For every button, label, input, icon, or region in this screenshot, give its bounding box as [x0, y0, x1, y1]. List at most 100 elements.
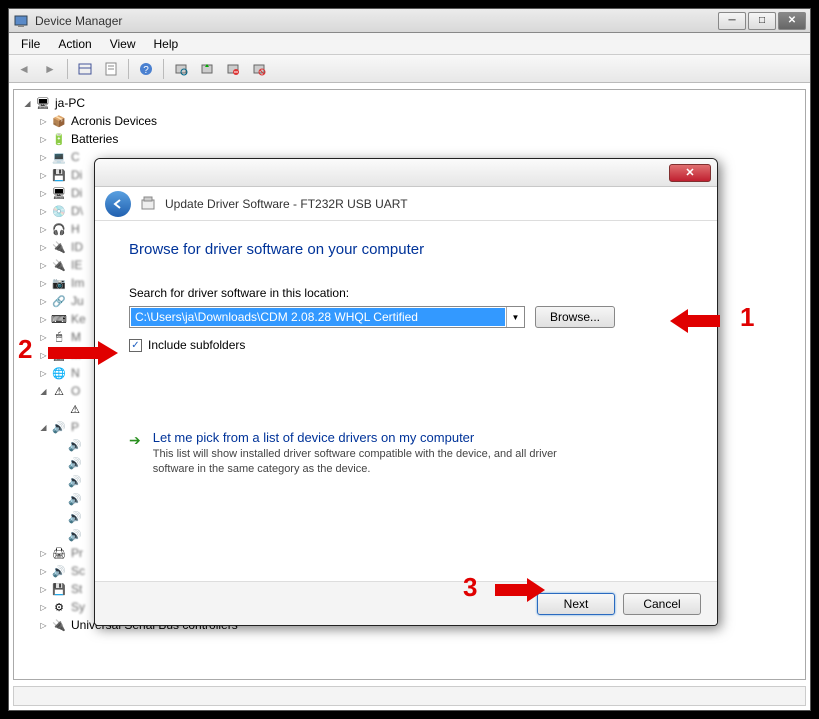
device-category-icon: 🌐	[51, 365, 67, 381]
close-button[interactable]: ✕	[778, 12, 806, 30]
properties-icon[interactable]	[100, 58, 122, 80]
show-hidden-icon[interactable]	[74, 58, 96, 80]
scan-icon[interactable]	[170, 58, 192, 80]
menu-action[interactable]: Action	[50, 35, 99, 53]
dialog-back-button[interactable]	[105, 191, 131, 217]
device-category-icon: 🔌	[51, 239, 67, 255]
tree-item-label: P	[71, 420, 79, 434]
dialog-heading: Browse for driver software on your compu…	[129, 241, 683, 258]
cancel-button[interactable]: Cancel	[623, 593, 701, 615]
tree-toggle[interactable]	[54, 494, 65, 505]
uninstall-icon[interactable]	[222, 58, 244, 80]
path-field[interactable]: C:\Users\ja\Downloads\CDM 2.08.28 WHQL C…	[131, 308, 505, 326]
tree-item-label: Di	[71, 168, 82, 182]
tree-toggle[interactable]	[54, 404, 65, 415]
tree-toggle[interactable]: ◢	[38, 422, 49, 433]
tree-toggle[interactable]: ▷	[38, 566, 49, 577]
tree-toggle[interactable]: ▷	[38, 584, 49, 595]
tree-item-label: O	[71, 384, 80, 398]
disable-icon[interactable]	[248, 58, 270, 80]
device-category-icon: 🖥	[51, 185, 67, 201]
forward-icon[interactable]: ►	[39, 58, 61, 80]
update-driver-dialog: ✕ Update Driver Software - FT232R USB UA…	[94, 158, 718, 626]
option-title: Let me pick from a list of device driver…	[153, 430, 593, 445]
device-category-icon: 🔗	[51, 293, 67, 309]
tree-toggle[interactable]: ▷	[38, 206, 49, 217]
tree-toggle[interactable]: ▷	[38, 620, 49, 631]
tree-toggle[interactable]: ▷	[38, 602, 49, 613]
option-description: This list will show installed driver sof…	[153, 447, 593, 477]
tree-toggle[interactable]: ▷	[38, 332, 49, 343]
tree-toggle[interactable]: ▷	[38, 278, 49, 289]
tree-item-label: N	[71, 366, 80, 380]
device-category-icon: 📦	[51, 113, 67, 129]
menu-file[interactable]: File	[13, 35, 48, 53]
device-category-icon: ⚙	[51, 599, 67, 615]
tree-toggle[interactable]: ▷	[38, 260, 49, 271]
tree-toggle[interactable]: ▷	[38, 188, 49, 199]
tree-item[interactable]: ▷🔋Batteries	[18, 130, 801, 148]
tree-item-label: M	[71, 348, 81, 362]
tree-item-label: Sc	[71, 564, 85, 578]
dialog-titlebar: ✕	[95, 159, 717, 187]
toolbar: ◄ ► ?	[9, 55, 810, 83]
help-icon[interactable]: ?	[135, 58, 157, 80]
tree-toggle[interactable]	[54, 440, 65, 451]
tree-toggle[interactable]: ▷	[38, 350, 49, 361]
tree-item-label: Di	[71, 186, 82, 200]
tree-item-label: C	[71, 150, 80, 164]
device-category-icon: ⚠	[67, 401, 83, 417]
dropdown-arrow-icon[interactable]: ▼	[506, 307, 524, 327]
tree-item-label: Ju	[71, 294, 84, 308]
app-icon	[13, 13, 29, 29]
next-button[interactable]: Next	[537, 593, 615, 615]
tree-toggle[interactable]: ▷	[38, 296, 49, 307]
tree-toggle[interactable]: ▷	[38, 224, 49, 235]
tree-toggle[interactable]	[54, 458, 65, 469]
maximize-button[interactable]: □	[748, 12, 776, 30]
device-category-icon: 🔊	[67, 509, 83, 525]
dialog-close-button[interactable]: ✕	[669, 164, 711, 182]
minimize-button[interactable]: ─	[718, 12, 746, 30]
include-subfolders-checkbox[interactable]: ✓	[129, 339, 142, 352]
tree-toggle[interactable]: ▷	[38, 170, 49, 181]
tree-toggle[interactable]: ▷	[38, 548, 49, 559]
device-category-icon: 💻	[51, 149, 67, 165]
tree-toggle[interactable]: ◢	[22, 98, 33, 109]
browse-button[interactable]: Browse...	[535, 306, 615, 328]
tree-item[interactable]: ▷📦 Acronis Devices	[18, 112, 801, 130]
tree-toggle[interactable]: ▷	[38, 242, 49, 253]
menu-view[interactable]: View	[102, 35, 144, 53]
device-category-icon: 💿	[51, 203, 67, 219]
device-category-icon: 🔊	[67, 437, 83, 453]
window-title: Device Manager	[35, 14, 718, 28]
device-category-icon: 🖨	[51, 545, 67, 561]
tree-item-label: Acronis Devices	[71, 114, 157, 128]
tree-toggle[interactable]	[54, 476, 65, 487]
tree-toggle[interactable]: ▷	[38, 116, 49, 127]
pick-from-list-option[interactable]: ➔ Let me pick from a list of device driv…	[129, 422, 683, 507]
include-subfolders-label: Include subfolders	[148, 338, 245, 352]
search-location-label: Search for driver software in this locat…	[129, 286, 683, 300]
path-combobox[interactable]: C:\Users\ja\Downloads\CDM 2.08.28 WHQL C…	[129, 306, 525, 328]
device-category-icon: 🔌	[51, 257, 67, 273]
device-category-icon: 🔊	[67, 455, 83, 471]
separator	[67, 59, 68, 79]
tree-toggle[interactable]: ▷	[38, 152, 49, 163]
tree-toggle[interactable]: ◢	[38, 386, 49, 397]
device-category-icon: 🔊	[67, 527, 83, 543]
device-category-icon: 📷	[51, 275, 67, 291]
menu-help[interactable]: Help	[146, 35, 187, 53]
separator	[128, 59, 129, 79]
tree-item-label: St	[71, 582, 82, 596]
svg-text:?: ?	[143, 65, 149, 76]
update-icon[interactable]	[196, 58, 218, 80]
tree-toggle[interactable]: ▷	[38, 314, 49, 325]
tree-toggle[interactable]: ▷	[38, 134, 49, 145]
device-category-icon: ⚠	[51, 383, 67, 399]
separator	[163, 59, 164, 79]
tree-toggle[interactable]	[54, 512, 65, 523]
tree-toggle[interactable]: ▷	[38, 368, 49, 379]
back-icon[interactable]: ◄	[13, 58, 35, 80]
tree-toggle[interactable]	[54, 530, 65, 541]
